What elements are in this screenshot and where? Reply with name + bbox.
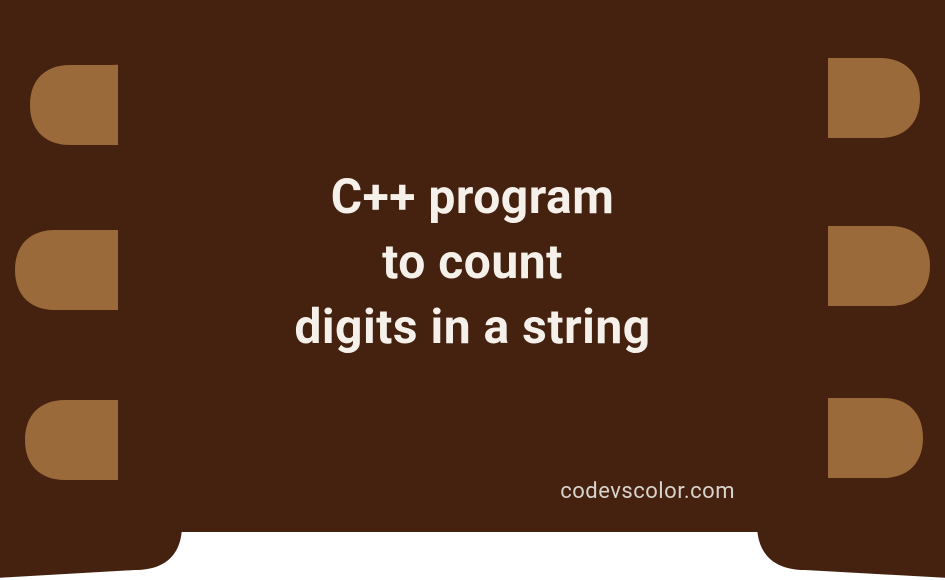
- thumbnail-canvas: C++ program to count digits in a string …: [0, 0, 945, 532]
- watermark-text: codevscolor.com: [560, 479, 735, 504]
- title-line-2: to count: [0, 230, 945, 295]
- title-heading: C++ program to count digits in a string: [0, 165, 945, 359]
- title-line-3: digits in a string: [0, 295, 945, 360]
- title-line-1: C++ program: [0, 165, 945, 230]
